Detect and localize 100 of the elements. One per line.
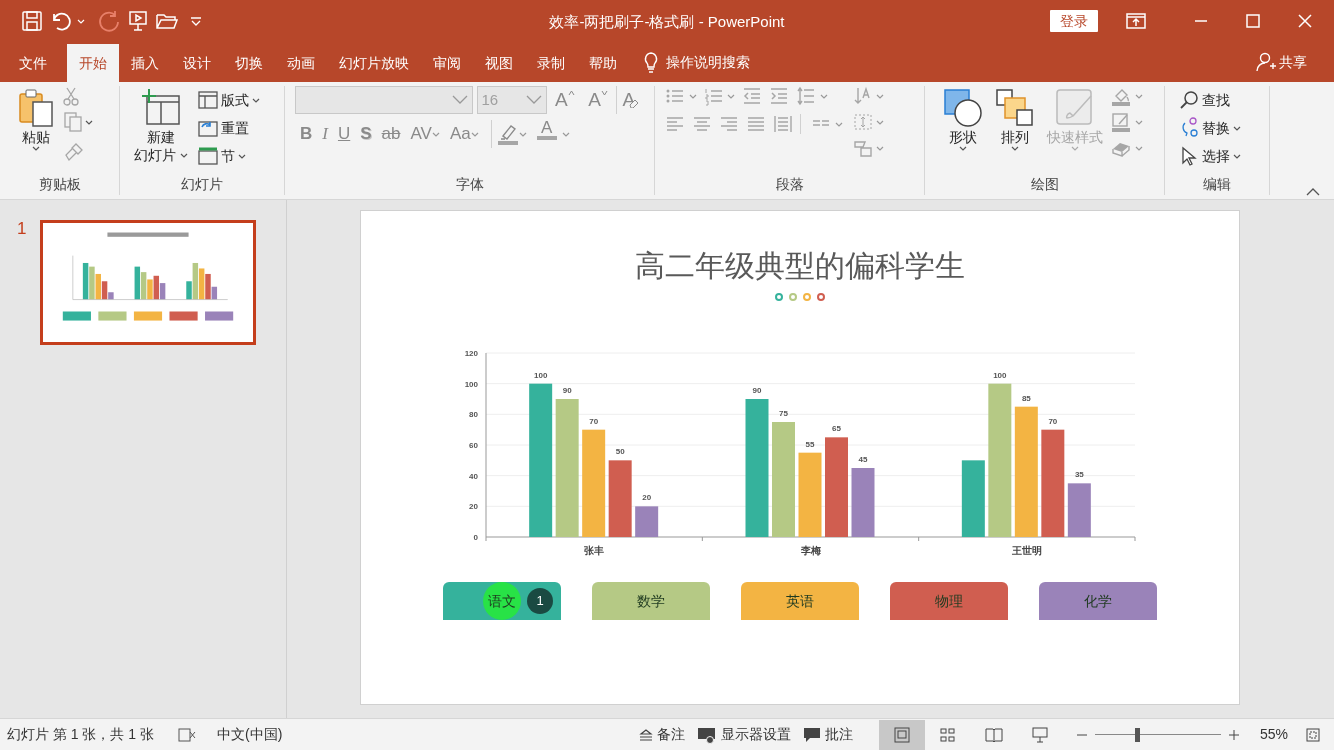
legend-button[interactable]: 数学: [592, 582, 710, 620]
accessibility-icon[interactable]: [178, 726, 197, 743]
zoom-slider[interactable]: [1094, 727, 1221, 742]
display-settings-button[interactable]: 显示器设置: [690, 719, 797, 750]
ribbon-tab[interactable]: 录制: [525, 44, 577, 82]
ribbon-tab[interactable]: 文件: [7, 44, 59, 82]
axis-tick-label: 100: [464, 379, 478, 389]
text-direction-icon[interactable]: [852, 86, 873, 106]
paste-button[interactable]: 粘贴: [14, 86, 58, 153]
find-button[interactable]: 查找: [1177, 86, 1243, 114]
sign-in-button[interactable]: 登录: [1050, 10, 1098, 32]
layout-icon: [197, 91, 218, 109]
layout-button[interactable]: 版式: [195, 86, 262, 114]
underline-button[interactable]: U: [332, 120, 356, 148]
zoom-level[interactable]: 55%: [1259, 724, 1288, 745]
increase-indent-icon[interactable]: [769, 86, 789, 106]
data-label: 45: [858, 455, 868, 464]
fit-slide-icon[interactable]: [1306, 727, 1320, 742]
copy-icon: [64, 112, 82, 132]
caret-icon: [1134, 145, 1143, 151]
paintbrush-icon: [64, 142, 84, 162]
zoom-in-icon[interactable]: [1228, 729, 1239, 740]
tell-me-search[interactable]: 操作说明搜索: [666, 51, 750, 73]
chevron-down-icon: [525, 95, 542, 105]
legend-button[interactable]: 语文 1: [443, 582, 561, 620]
axis-tick-label: 20: [469, 502, 478, 512]
shrink-font-button[interactable]: A: [583, 86, 613, 114]
pointer-icon: [1179, 146, 1199, 166]
customize-caret-icon[interactable]: [189, 15, 203, 27]
arrange-button[interactable]: 排列: [991, 86, 1039, 153]
ribbon-tab[interactable]: 幻灯片放映: [327, 44, 421, 82]
replace-button[interactable]: 替换: [1177, 114, 1243, 142]
font-name-field[interactable]: [295, 86, 473, 114]
close-icon[interactable]: [1298, 14, 1312, 28]
ribbon-tab[interactable]: 帮助: [577, 44, 629, 82]
comments-button[interactable]: 批注: [796, 719, 859, 750]
presentation-icon[interactable]: [127, 10, 149, 32]
caret-icon: [518, 131, 527, 137]
ribbon-tab[interactable]: 开始: [67, 44, 119, 82]
data-label: 35: [1074, 470, 1084, 480]
monitor-gear-icon: [696, 725, 717, 744]
align-left-icon[interactable]: [665, 114, 685, 134]
decrease-indent-icon[interactable]: [742, 86, 762, 106]
line-spacing-icon[interactable]: [796, 86, 816, 106]
italic-button[interactable]: I: [317, 120, 333, 148]
up-caret-icon: [567, 90, 575, 96]
ribbon-tab[interactable]: 视图: [473, 44, 525, 82]
shape-outline-icon[interactable]: [1111, 112, 1131, 132]
ribbon-tab[interactable]: 切换: [223, 44, 275, 82]
redo-icon[interactable]: [97, 9, 121, 33]
bold-button[interactable]: B: [295, 120, 318, 148]
align-right-icon[interactable]: [719, 114, 739, 134]
data-label: 75: [779, 409, 788, 418]
collapse-ribbon-icon[interactable]: [1306, 186, 1320, 196]
text-shadow-button[interactable]: S: [355, 120, 377, 148]
replace-icon: [1179, 117, 1199, 139]
view-button[interactable]: [878, 719, 925, 750]
distributed-icon[interactable]: [773, 114, 793, 134]
strikethrough-button[interactable]: ab: [376, 120, 406, 148]
legend-button[interactable]: 英语: [741, 582, 859, 620]
align-text-icon[interactable]: [852, 112, 873, 132]
character-spacing-button[interactable]: AV: [405, 120, 445, 148]
category-label: 李梅: [800, 545, 821, 556]
smartart-icon[interactable]: [852, 138, 873, 158]
change-case-button[interactable]: Aa: [444, 120, 484, 148]
maximize-icon[interactable]: [1246, 14, 1260, 28]
data-label: 100: [534, 370, 548, 380]
align-center-icon[interactable]: [692, 114, 712, 134]
save-icon[interactable]: [21, 10, 43, 32]
ribbon-tab[interactable]: 插入: [119, 44, 171, 82]
caret-icon: [251, 97, 260, 103]
numbered-list-icon[interactable]: [703, 86, 724, 106]
slider-thumb[interactable]: [1134, 727, 1140, 742]
ribbon-display-icon[interactable]: [1126, 12, 1146, 30]
caret-icon: [876, 145, 884, 151]
shapes-button[interactable]: 形状: [939, 86, 987, 153]
caret-icon: [727, 93, 735, 99]
window-title: 效率-两把刷子-格式刷 - PowerPoint: [549, 12, 785, 32]
ribbon-tab[interactable]: 审阅: [421, 44, 473, 82]
ribbon-tab[interactable]: 动画: [275, 44, 327, 82]
notes-button[interactable]: 备注: [632, 719, 691, 750]
select-button[interactable]: 选择: [1177, 142, 1243, 170]
section-button[interactable]: 节: [195, 142, 262, 170]
caret-icon: [431, 131, 440, 137]
legend-button[interactable]: 化学: [1039, 582, 1157, 620]
new-slide-button[interactable]: 新建 幻灯片: [130, 86, 192, 166]
ribbon-tab[interactable]: 设计: [171, 44, 223, 82]
reset-button[interactable]: 重置: [195, 114, 262, 142]
grow-font-button[interactable]: A: [550, 86, 580, 114]
search-icon: [1179, 90, 1199, 110]
legend-button[interactable]: 物理: [890, 582, 1008, 620]
language-status[interactable]: 中文(中国): [217, 724, 283, 745]
justify-icon[interactable]: [746, 114, 766, 134]
font-color-button[interactable]: A: [531, 120, 562, 148]
bar: [635, 506, 659, 537]
group-label: 段落: [774, 175, 805, 194]
share-button[interactable]: 共享: [1249, 50, 1313, 74]
lightbulb-icon[interactable]: [643, 51, 659, 73]
click-highlight: [483, 582, 521, 620]
data-label: 65: [832, 424, 841, 434]
